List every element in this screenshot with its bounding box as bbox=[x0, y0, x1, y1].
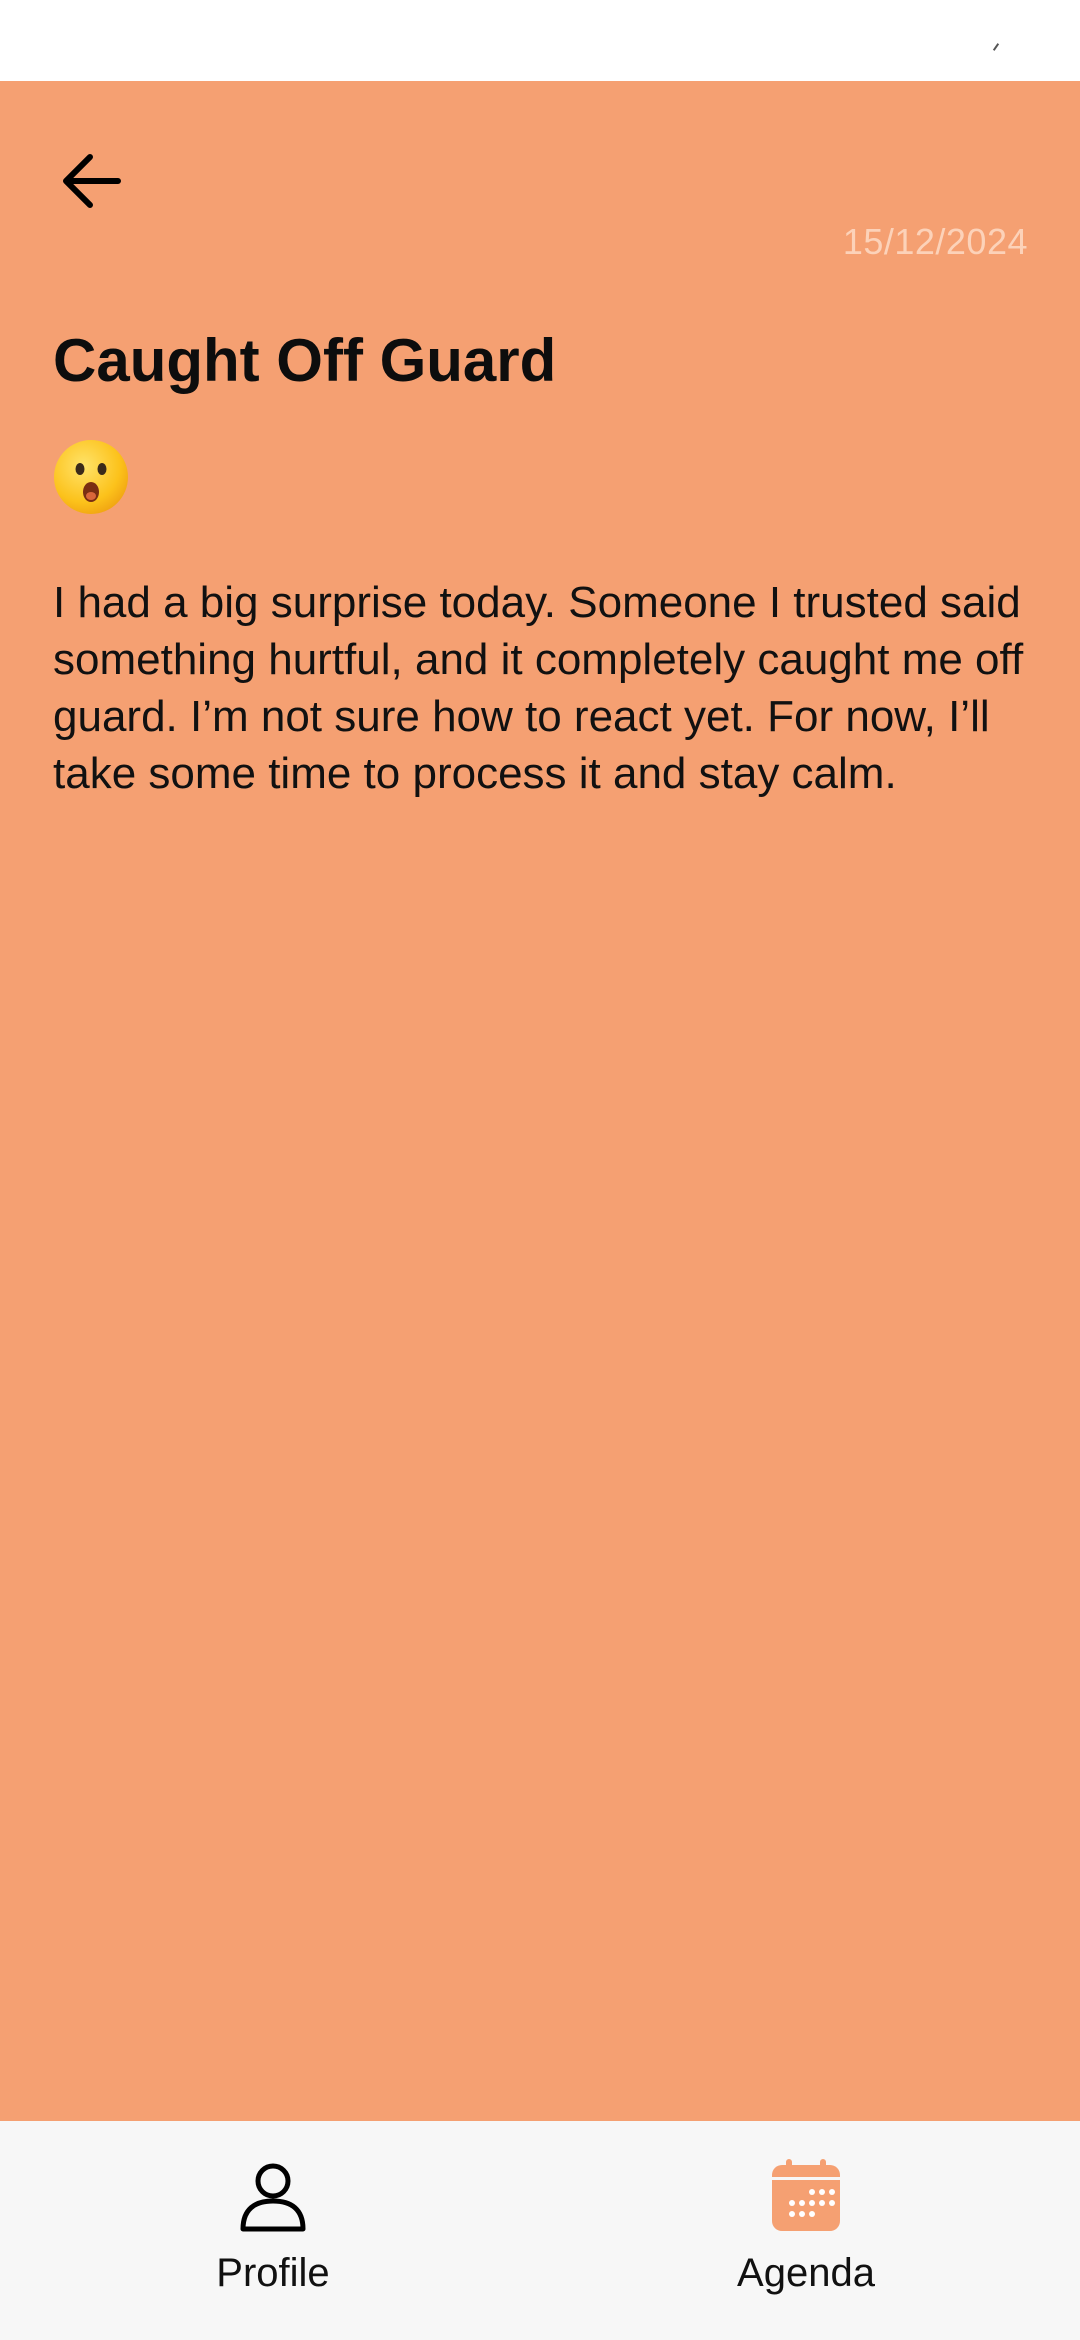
calendar-icon bbox=[772, 2159, 840, 2231]
entry-date: 15/12/2024 bbox=[842, 221, 1028, 262]
arrow-left-icon bbox=[63, 154, 121, 208]
status-bar bbox=[0, 0, 1080, 81]
bottom-navigation: Profile Agenda bbox=[0, 2121, 1080, 2340]
nav-profile-label: Profile bbox=[216, 2251, 330, 2295]
nav-agenda-label: Agenda bbox=[737, 2251, 875, 2295]
entry-title: Caught Off Guard bbox=[53, 327, 557, 394]
nav-profile-button[interactable]: Profile bbox=[123, 2157, 423, 2327]
back-button[interactable] bbox=[52, 141, 132, 221]
journal-entry-page: 15/12/2024 Caught Off Guard I had a big … bbox=[0, 81, 1080, 2121]
person-icon bbox=[240, 2163, 306, 2232]
astonished-face-icon bbox=[54, 440, 128, 514]
status-indicator bbox=[992, 43, 1000, 51]
nav-agenda-button[interactable]: Agenda bbox=[656, 2157, 956, 2327]
entry-body-text[interactable]: I had a big surprise today. Someone I tr… bbox=[53, 574, 1028, 802]
